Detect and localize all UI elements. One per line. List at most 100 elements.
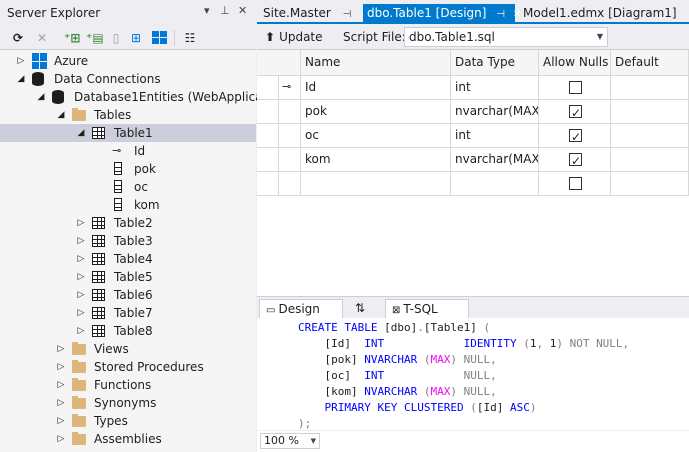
tree-node-tables[interactable]: ◢ Tables xyxy=(0,106,256,124)
data-type-cell[interactable]: nvarchar(MAX) xyxy=(451,100,539,124)
tree-node-id[interactable]: ⊸ Id xyxy=(0,142,256,160)
tree-node-label: Azure xyxy=(54,54,89,68)
tree-node-label: oc xyxy=(134,180,148,194)
collapsed-arrow-icon[interactable]: ▷ xyxy=(76,306,86,320)
tree-node-table2[interactable]: ▷ Table2 xyxy=(0,214,256,232)
tab-tsql[interactable]: ⊠ T-SQL xyxy=(385,299,469,319)
connect-to-server-icon[interactable]: ⁺▤ xyxy=(86,30,104,46)
tree-node-table6[interactable]: ▷ Table6 xyxy=(0,286,256,304)
tab-design[interactable]: ▭ Design xyxy=(259,299,343,319)
refresh-icon[interactable]: ⟳ xyxy=(10,30,26,46)
collapsed-arrow-icon[interactable]: ▷ xyxy=(76,234,86,248)
collapsed-arrow-icon[interactable]: ▷ xyxy=(16,54,26,68)
data-type-cell[interactable]: int xyxy=(451,124,539,148)
column-name-cell[interactable]: kom xyxy=(301,148,451,172)
collapsed-arrow-icon[interactable]: ▷ xyxy=(76,324,86,338)
zoom-dropdown[interactable]: 100 % ▼ xyxy=(260,433,320,449)
default-value-cell[interactable] xyxy=(611,148,689,172)
stop-icon[interactable]: ✕ xyxy=(34,30,50,46)
tree-node-data-connections[interactable]: ◢ Data Connections xyxy=(0,70,256,88)
allow-nulls-checkbox[interactable] xyxy=(569,126,582,147)
tree-node-assemblies[interactable]: ▷ Assemblies xyxy=(0,430,256,448)
tree-node-table8[interactable]: ▷ Table8 xyxy=(0,322,256,340)
data-type-cell[interactable]: nvarchar(MAX) xyxy=(451,148,539,172)
collapsed-arrow-icon[interactable]: ▷ xyxy=(56,396,66,410)
properties-icon[interactable]: ☷ xyxy=(182,30,198,46)
collapsed-arrow-icon[interactable]: ▷ xyxy=(76,270,86,284)
pin-icon[interactable]: ⊣ xyxy=(343,9,352,20)
row-selector[interactable] xyxy=(257,124,279,148)
windows-azure-connect-icon[interactable]: ⊞ xyxy=(128,30,144,46)
default-value-cell[interactable] xyxy=(611,124,689,148)
sql-token: MAX xyxy=(430,353,451,366)
collapsed-arrow-icon[interactable]: ▷ xyxy=(76,216,86,230)
default-value-cell[interactable] xyxy=(611,172,689,196)
allow-nulls-checkbox[interactable] xyxy=(569,81,582,94)
primary-key-icon: ⊸ xyxy=(279,76,301,100)
tree-node-types[interactable]: ▷ Types xyxy=(0,412,256,430)
column-header-data-type[interactable]: Data Type xyxy=(451,50,539,76)
expanded-arrow-icon[interactable]: ◢ xyxy=(76,126,86,140)
zoom-value: 100 % xyxy=(264,434,299,447)
tree-node-views[interactable]: ▷ Views xyxy=(0,340,256,358)
tree-node-azure[interactable]: ▷ Azure xyxy=(0,52,256,70)
allow-nulls-checkbox[interactable] xyxy=(569,177,582,190)
collapsed-arrow-icon[interactable]: ▷ xyxy=(76,288,86,302)
collapsed-arrow-icon[interactable]: ▷ xyxy=(56,432,66,446)
tab-site-master[interactable]: Site.Master ⊣ xyxy=(259,4,355,22)
column-name-cell[interactable]: oc xyxy=(301,124,451,148)
tree-node-database1entities-webapplicatio[interactable]: ◢ Database1Entities (WebApplicatio xyxy=(0,88,278,106)
connect-to-database-icon[interactable]: ⁺⊞ xyxy=(64,30,80,46)
column-name-cell[interactable]: pok xyxy=(301,100,451,124)
tab-dbo-table1-design[interactable]: dbo.Table1 [Design] ⊣ ✕ xyxy=(363,4,521,22)
tree-node-kom[interactable]: kom xyxy=(0,196,256,214)
update-button[interactable]: ⬆ Update xyxy=(265,28,323,46)
collapsed-arrow-icon[interactable]: ▷ xyxy=(56,342,66,356)
script-file-dropdown[interactable]: dbo.Table1.sql ▼ xyxy=(404,27,608,47)
row-selector[interactable] xyxy=(257,100,279,124)
tree-node-functions[interactable]: ▷ Functions xyxy=(0,376,256,394)
swap-panes-button[interactable]: ⇅ xyxy=(349,299,371,319)
allow-nulls-checkbox[interactable] xyxy=(569,102,582,123)
pin-icon[interactable]: ⊥ xyxy=(220,4,230,17)
row-selector[interactable] xyxy=(257,172,279,196)
azure-icon[interactable] xyxy=(152,30,168,46)
collapsed-arrow-icon[interactable]: ▷ xyxy=(56,378,66,392)
window-position-dropdown-icon[interactable]: ▾ xyxy=(204,4,210,17)
row-selector[interactable] xyxy=(257,148,279,172)
column-name-cell[interactable] xyxy=(301,172,451,196)
data-type-cell[interactable] xyxy=(451,172,539,196)
collapsed-arrow-icon[interactable]: ▷ xyxy=(76,252,86,266)
close-icon[interactable]: ✕ xyxy=(238,4,247,17)
tab-model1-edmx-diagram1[interactable]: Model1.edmx [Diagram1] xyxy=(519,4,681,22)
tree-node-table3[interactable]: ▷ Table3 xyxy=(0,232,256,250)
expanded-arrow-icon[interactable]: ◢ xyxy=(16,72,26,86)
sharepoint-icon[interactable]: ▯ xyxy=(108,30,124,46)
tree-node-oc[interactable]: oc xyxy=(0,178,256,196)
default-value-cell[interactable] xyxy=(611,100,689,124)
column-header-default[interactable]: Default xyxy=(611,50,689,76)
tree-node-table5[interactable]: ▷ Table5 xyxy=(0,268,256,286)
tree-node-pok[interactable]: pok xyxy=(0,160,256,178)
sql-token: [kom] xyxy=(298,385,365,398)
tree-node-stored-procedures[interactable]: ▷ Stored Procedures xyxy=(0,358,256,376)
collapsed-arrow-icon[interactable]: ▷ xyxy=(56,360,66,374)
data-type-cell[interactable]: int xyxy=(451,76,539,100)
pin-icon[interactable]: ⊣ xyxy=(496,9,505,20)
tree-node-label: pok xyxy=(134,162,156,176)
column-header-name[interactable]: Name xyxy=(301,50,451,76)
collapsed-arrow-icon[interactable]: ▷ xyxy=(56,414,66,428)
expanded-arrow-icon[interactable]: ◢ xyxy=(56,108,66,122)
column-name-cell[interactable]: Id xyxy=(301,76,451,100)
tree-node-table4[interactable]: ▷ Table4 xyxy=(0,250,256,268)
tree-node-synonyms[interactable]: ▷ Synonyms xyxy=(0,394,256,412)
row-selector[interactable] xyxy=(257,76,279,100)
tree-node-table7[interactable]: ▷ Table7 xyxy=(0,304,256,322)
sql-token: INT xyxy=(364,369,385,382)
default-value-cell[interactable] xyxy=(611,76,689,100)
tsql-editor[interactable]: CREATE TABLE [dbo].[Table1] ( [Id] INT I… xyxy=(257,318,689,430)
column-header-allow-nulls[interactable]: Allow Nulls xyxy=(539,50,611,76)
allow-nulls-checkbox[interactable] xyxy=(569,150,582,171)
tree-node-table1[interactable]: ◢ Table1 xyxy=(0,124,256,142)
expanded-arrow-icon[interactable]: ◢ xyxy=(36,90,46,104)
